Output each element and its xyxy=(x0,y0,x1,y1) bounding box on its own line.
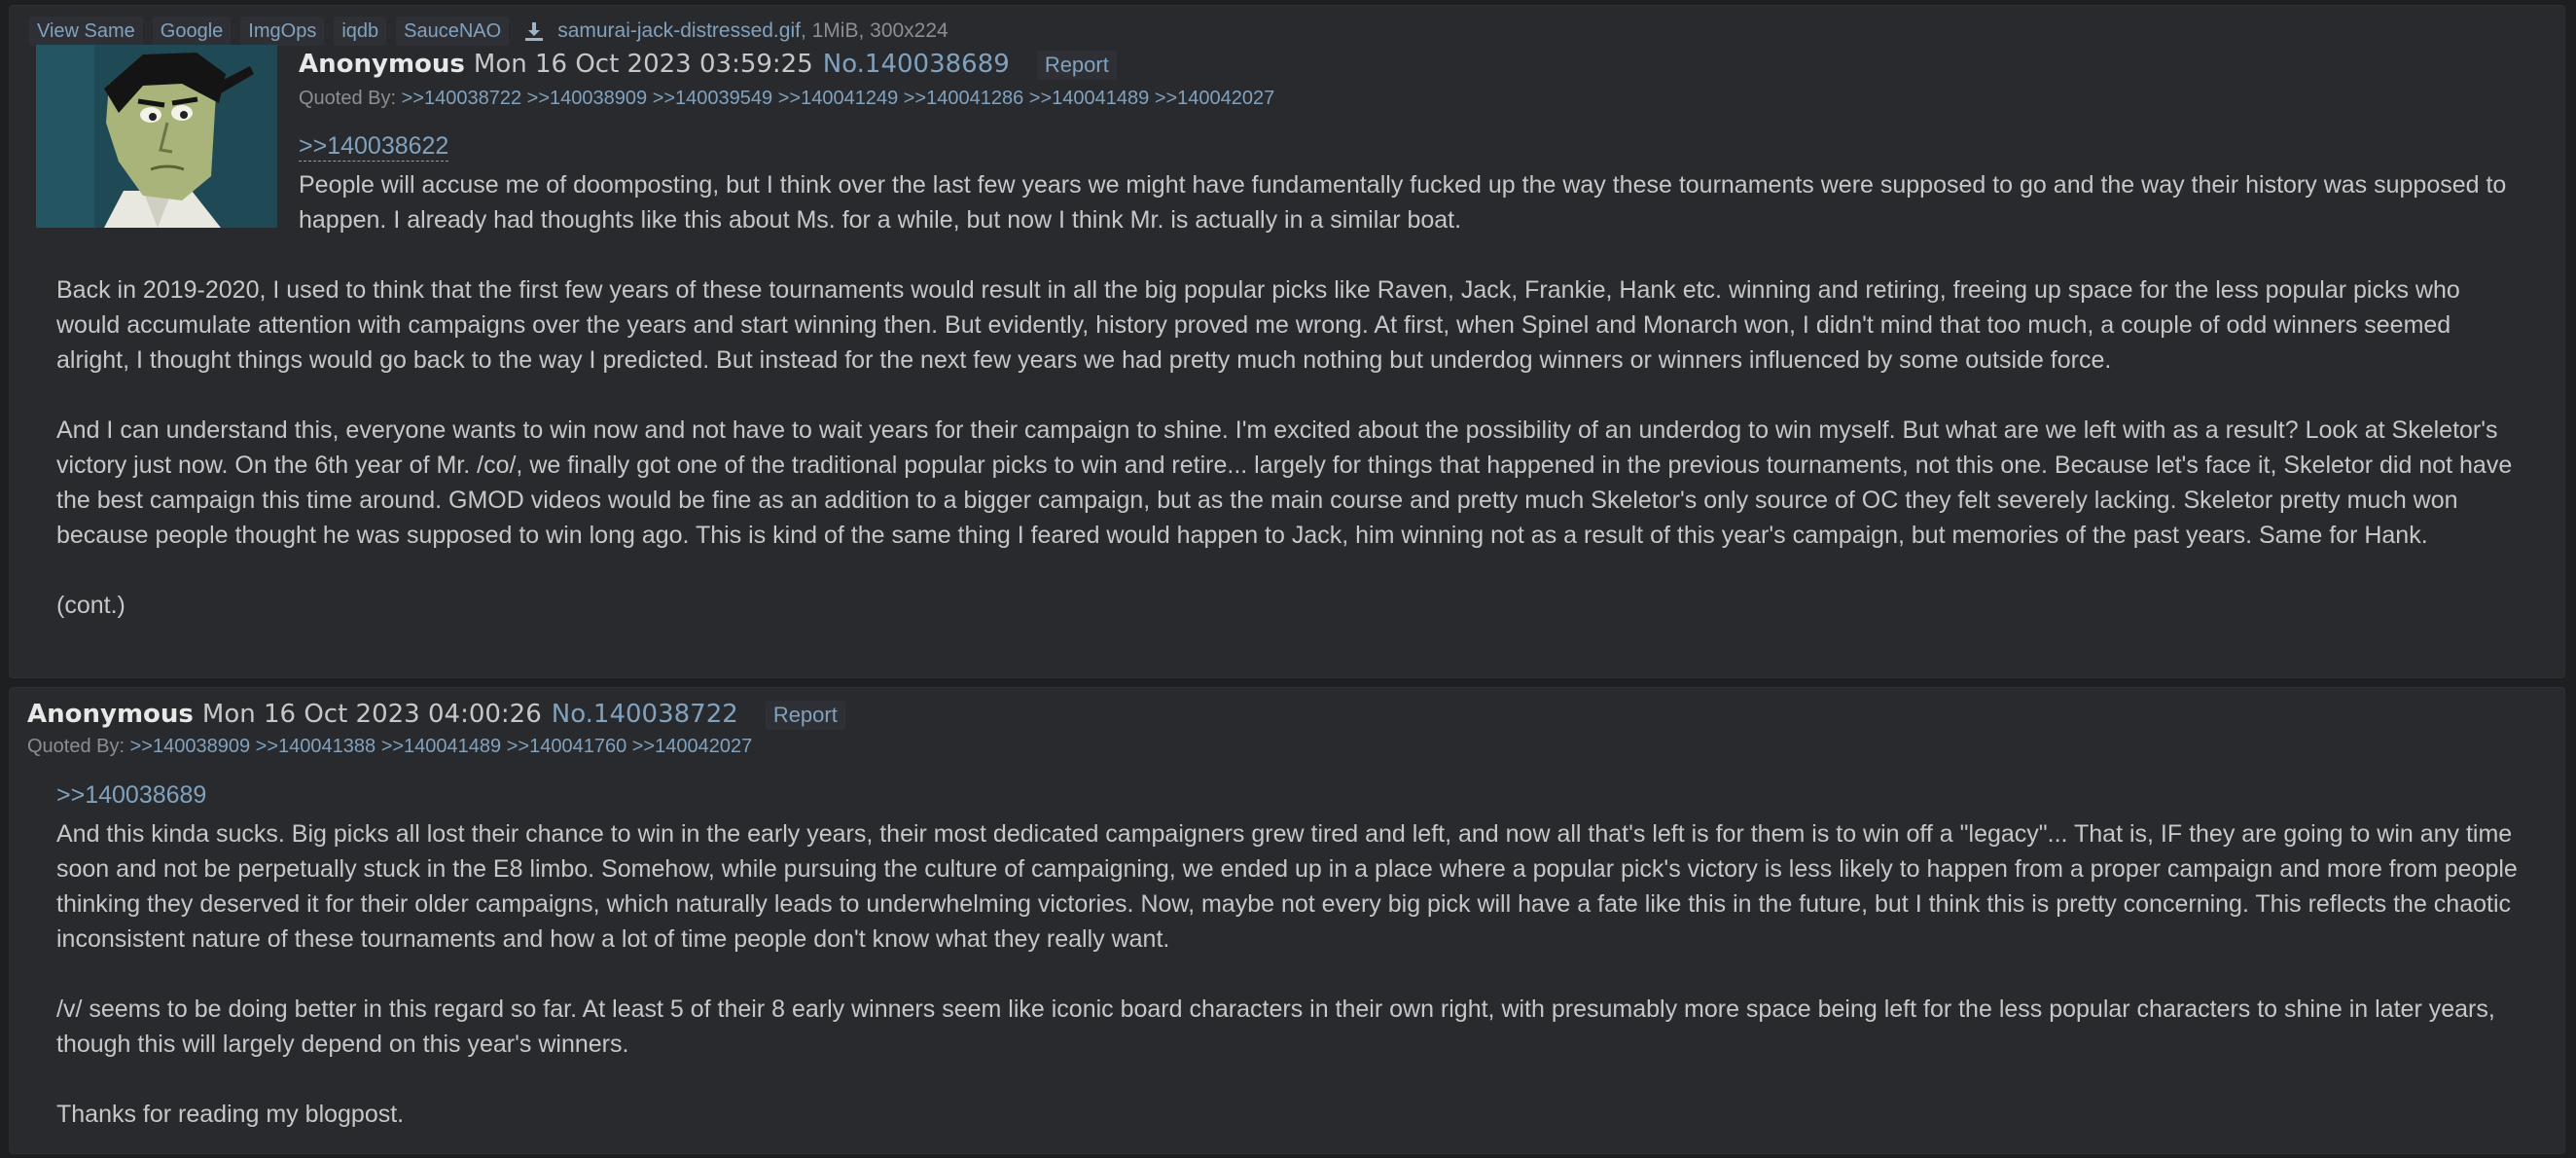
post-body: Back in 2019-2020, I used to think that … xyxy=(56,272,2527,623)
poster-name: Anonymous xyxy=(299,50,465,79)
post-140038722: Anonymous Mon 16 Oct 2023 04:00:26 No.14… xyxy=(9,687,2565,1154)
quote-link[interactable]: >>140041249 xyxy=(778,88,898,109)
post-140038689: View Same Google ImgOps iqdb SauceNAO sa… xyxy=(9,5,2565,678)
report-button[interactable]: Report xyxy=(765,701,845,730)
poster-name: Anonymous xyxy=(27,700,194,729)
google-link[interactable]: Google xyxy=(152,17,232,46)
post-date: Mon 16 Oct 2023 03:59:25 xyxy=(473,50,813,79)
post-header: Anonymous Mon 16 Oct 2023 04:00:26 No.14… xyxy=(27,700,845,730)
post-paragraph: /v/ seems to be doing better in this reg… xyxy=(56,995,2495,1058)
quote-link[interactable]: >>140042027 xyxy=(632,736,752,757)
post-paragraph: And I can understand this, everyone want… xyxy=(56,416,2513,549)
post-paragraph: And this kinda sucks. Big picks all lost… xyxy=(56,820,2518,953)
quoted-by-label: Quoted By: xyxy=(27,736,125,757)
file-links-bar: View Same Google ImgOps iqdb SauceNAO sa… xyxy=(29,14,948,49)
view-same-link[interactable]: View Same xyxy=(29,17,143,46)
quote-link[interactable]: >>140041388 xyxy=(256,736,376,757)
post-thumbnail[interactable] xyxy=(36,45,277,228)
post-header: Anonymous Mon 16 Oct 2023 03:59:25 No.14… xyxy=(299,50,1117,80)
quoted-by-label: Quoted By: xyxy=(299,88,397,109)
quote-link[interactable]: >>140041489 xyxy=(1029,88,1149,109)
file-meta: , 1MiB, 300x224 xyxy=(800,19,948,42)
quote-link[interactable]: >>140038722 xyxy=(402,88,521,109)
file-name-link[interactable]: samurai-jack-distressed.gif xyxy=(557,19,801,43)
post-number-link[interactable]: No.140038722 xyxy=(552,700,738,729)
post-date: Mon 16 Oct 2023 04:00:26 xyxy=(201,700,542,729)
download-icon[interactable] xyxy=(522,19,546,43)
post-intro-text: People will accuse me of doomposting, bu… xyxy=(299,171,2507,234)
report-button[interactable]: Report xyxy=(1036,51,1117,80)
post-body: And this kinda sucks. Big picks all lost… xyxy=(56,816,2547,1132)
quote-link[interactable]: >>140039549 xyxy=(653,88,772,109)
saucenao-link[interactable]: SauceNAO xyxy=(396,17,510,46)
reply-reference-link[interactable]: >>140038622 xyxy=(299,132,449,162)
quote-link[interactable]: >>140041760 xyxy=(507,736,626,757)
quote-link[interactable]: >>140041286 xyxy=(904,88,1023,109)
post-number-link[interactable]: No.140038689 xyxy=(823,50,1010,79)
post-paragraph: Back in 2019-2020, I used to think that … xyxy=(56,276,2460,374)
quoted-by: Quoted By: >>140038722 >>140038909 >>140… xyxy=(299,88,1274,110)
post-paragraph: (cont.) xyxy=(56,592,125,619)
imgops-link[interactable]: ImgOps xyxy=(240,17,325,46)
quoted-by: Quoted By: >>140038909 >>140041388 >>140… xyxy=(27,736,752,758)
quote-link[interactable]: >>140041489 xyxy=(381,736,501,757)
quote-link[interactable]: >>140038909 xyxy=(527,88,647,109)
post-paragraph: Thanks for reading my blogpost. xyxy=(56,1101,405,1128)
quote-link[interactable]: >>140042027 xyxy=(1155,88,1274,109)
quote-link[interactable]: >>140038909 xyxy=(130,736,250,757)
reply-reference-link[interactable]: >>140038689 xyxy=(56,781,206,810)
iqdb-link[interactable]: iqdb xyxy=(334,17,387,46)
